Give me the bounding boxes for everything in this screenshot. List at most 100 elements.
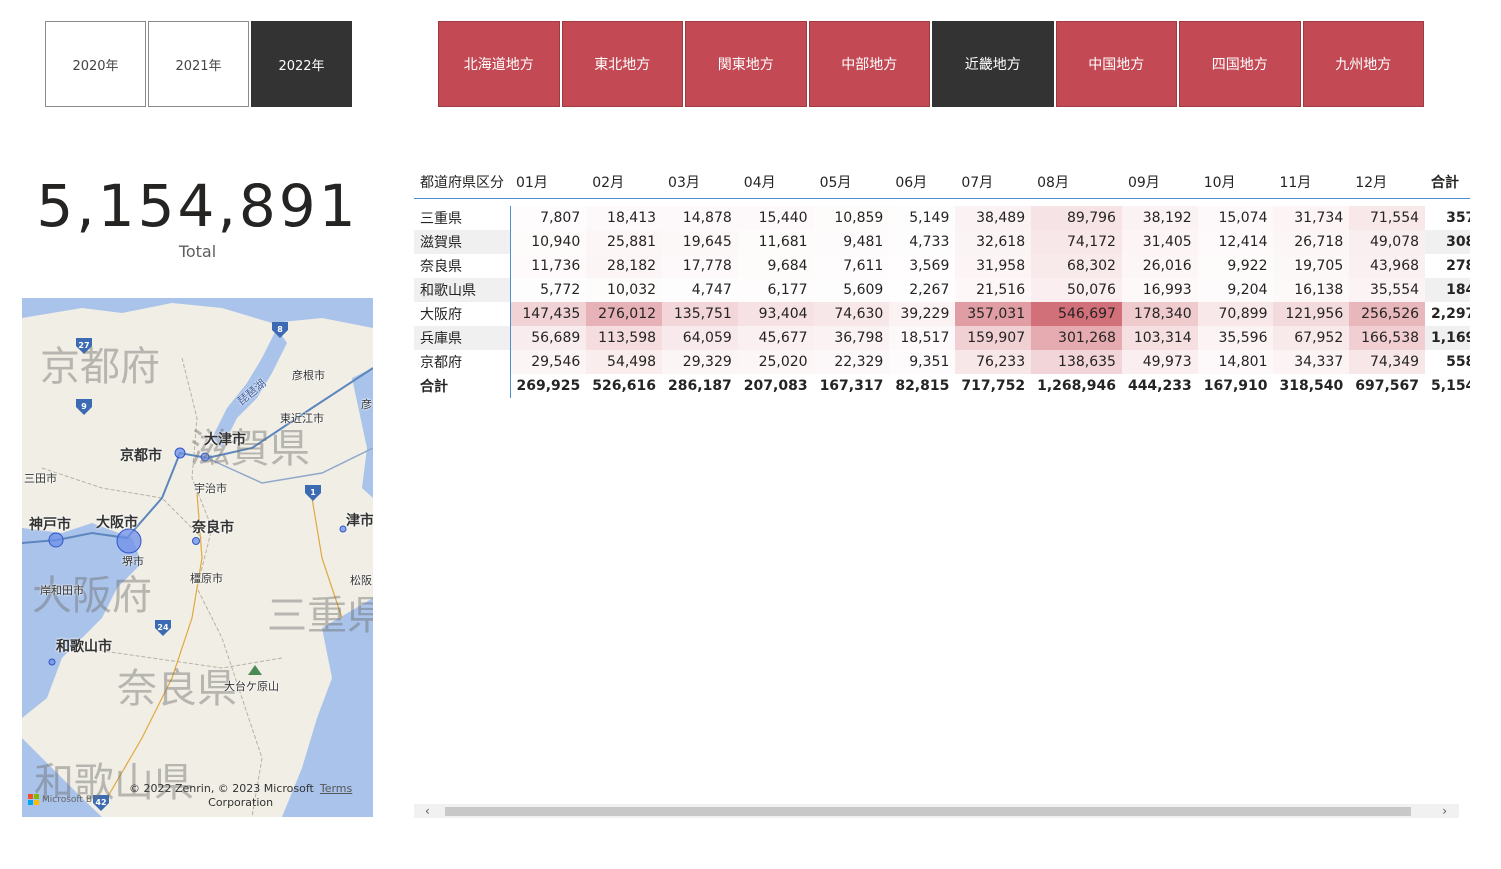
matrix-grand-total-cell[interactable]: 526,616 — [586, 374, 662, 398]
matrix-cell[interactable]: 71,554 — [1349, 206, 1426, 230]
matrix-horizontal-scrollbar[interactable]: ‹ › — [414, 804, 1459, 818]
matrix-cell[interactable]: 31,405 — [1121, 230, 1198, 254]
matrix-cell[interactable]: 39,229 — [889, 302, 956, 326]
matrix-cell[interactable]: 89,796 — [1031, 206, 1122, 230]
matrix-grand-total-cell[interactable]: 1,268,946 — [1031, 374, 1122, 398]
matrix-cell[interactable]: 147,435 — [510, 302, 587, 326]
matrix-row-label[interactable]: 滋賀県 — [414, 230, 511, 254]
matrix-cell[interactable]: 43,968 — [1349, 254, 1426, 278]
matrix-cell[interactable]: 38,192 — [1121, 206, 1198, 230]
matrix-row-total[interactable]: 308,76 — [1425, 230, 1470, 254]
matrix-grand-total-cell[interactable]: 207,083 — [738, 374, 814, 398]
matrix-row-label[interactable]: 京都府 — [414, 350, 511, 374]
matrix-cell[interactable]: 138,635 — [1031, 350, 1122, 374]
matrix-grand-total-cell[interactable]: 286,187 — [662, 374, 738, 398]
scroll-left-arrow-icon[interactable]: ‹ — [425, 804, 430, 818]
year-2022-button[interactable]: 2022年 — [251, 21, 352, 107]
matrix-col-header[interactable]: 02月 — [586, 170, 662, 198]
matrix-cell[interactable]: 50,076 — [1031, 278, 1122, 302]
matrix-cell[interactable]: 5,609 — [813, 278, 890, 302]
matrix-col-header[interactable]: 04月 — [738, 170, 814, 198]
matrix-cell[interactable]: 14,801 — [1197, 350, 1274, 374]
matrix-cell[interactable]: 256,526 — [1349, 302, 1426, 326]
region-tohoku-button[interactable]: 東北地方 — [561, 21, 683, 107]
matrix-cell[interactable]: 49,973 — [1121, 350, 1198, 374]
matrix-cell[interactable]: 22,329 — [813, 350, 890, 374]
matrix-cell[interactable]: 25,881 — [586, 230, 663, 254]
matrix-cell[interactable]: 276,012 — [586, 302, 663, 326]
matrix-cell[interactable]: 2,267 — [889, 278, 956, 302]
matrix-cell[interactable]: 56,689 — [510, 326, 587, 350]
matrix-grand-total-cell[interactable]: 82,815 — [889, 374, 955, 398]
matrix-cell[interactable]: 301,268 — [1031, 326, 1122, 350]
matrix-col-header[interactable]: 08月 — [1031, 170, 1122, 198]
matrix-cell[interactable]: 15,440 — [737, 206, 814, 230]
matrix-row[interactable]: 三重県 7,807 18,413 14,878 15,440 10,859 5,149 38,… — [414, 206, 1470, 230]
matrix-cell[interactable]: 74,172 — [1031, 230, 1122, 254]
matrix-row-label[interactable]: 三重県 — [414, 206, 511, 230]
matrix-cell[interactable]: 70,899 — [1197, 302, 1274, 326]
matrix-cell[interactable]: 103,314 — [1121, 326, 1198, 350]
matrix-cell[interactable]: 121,956 — [1273, 302, 1350, 326]
matrix-cell[interactable]: 6,177 — [737, 278, 814, 302]
matrix-cell[interactable]: 546,697 — [1031, 302, 1122, 326]
year-2021-button[interactable]: 2021年 — [148, 21, 249, 107]
matrix-cell[interactable]: 113,598 — [586, 326, 663, 350]
region-shikoku-button[interactable]: 四国地方 — [1179, 21, 1301, 107]
matrix-row-label[interactable]: 兵庫県 — [414, 326, 511, 350]
matrix-grand-total-cell[interactable]: 269,925 — [510, 374, 586, 398]
matrix-cell[interactable]: 76,233 — [955, 350, 1032, 374]
matrix-cell[interactable]: 19,705 — [1273, 254, 1350, 278]
matrix-cell[interactable]: 16,138 — [1273, 278, 1350, 302]
matrix-row-label[interactable]: 大阪府 — [414, 302, 511, 326]
matrix-row-label[interactable]: 奈良県 — [414, 254, 511, 278]
matrix-grand-total-cell[interactable]: 318,540 — [1273, 374, 1349, 398]
matrix-col-header[interactable]: 11月 — [1273, 170, 1349, 198]
matrix-row-total[interactable]: 558,40 — [1425, 350, 1470, 374]
matrix-cell[interactable]: 36,798 — [813, 326, 890, 350]
region-hokkaido-button[interactable]: 北海道地方 — [438, 21, 560, 107]
matrix-cell[interactable]: 18,517 — [889, 326, 956, 350]
matrix-col-header[interactable]: 10月 — [1198, 170, 1274, 198]
matrix-cell[interactable]: 12,414 — [1197, 230, 1274, 254]
matrix-row[interactable]: 和歌山県 5,772 10,032 4,747 6,177 5,609 2,267 21,51… — [414, 278, 1470, 302]
matrix-total-header[interactable]: 合計 — [1425, 170, 1470, 198]
region-kanto-button[interactable]: 関東地方 — [685, 21, 807, 107]
matrix-row-label[interactable]: 和歌山県 — [414, 278, 511, 302]
matrix-cell[interactable]: 26,016 — [1121, 254, 1198, 278]
matrix-grand-total-cell[interactable]: 717,752 — [955, 374, 1031, 398]
matrix-row[interactable]: 大阪府 147,435 276,012 135,751 93,404 74,630 39,2… — [414, 302, 1470, 326]
matrix-cell[interactable]: 9,481 — [813, 230, 890, 254]
matrix-cell[interactable]: 9,351 — [889, 350, 956, 374]
bubble-map[interactable]: 27 9 8 1 24 42 京都府 滋賀県 大阪府 三重県 奈良県 和歌山県 … — [22, 298, 373, 817]
matrix-cell[interactable]: 18,413 — [586, 206, 663, 230]
matrix-cell[interactable]: 67,952 — [1273, 326, 1350, 350]
matrix-cell[interactable]: 35,596 — [1197, 326, 1274, 350]
matrix-cell[interactable]: 135,751 — [662, 302, 738, 326]
matrix-cell[interactable]: 29,546 — [510, 350, 587, 374]
matrix-cell[interactable]: 178,340 — [1121, 302, 1198, 326]
matrix-cell[interactable]: 4,747 — [662, 278, 738, 302]
matrix-cell[interactable]: 10,859 — [813, 206, 890, 230]
matrix-cell[interactable]: 10,940 — [510, 230, 587, 254]
matrix-cell[interactable]: 54,498 — [586, 350, 663, 374]
matrix-cell[interactable]: 19,645 — [662, 230, 738, 254]
region-kyushu-button[interactable]: 九州地方 — [1302, 21, 1424, 107]
matrix-grand-total-cell[interactable]: 167,317 — [814, 374, 890, 398]
matrix-row-header-label[interactable]: 都道府県区分 — [414, 170, 510, 198]
matrix-row-total[interactable]: 1,169,91 — [1425, 326, 1470, 350]
matrix-col-header[interactable]: 07月 — [955, 170, 1031, 198]
matrix-cell[interactable]: 9,204 — [1197, 278, 1274, 302]
region-chugoku-button[interactable]: 中国地方 — [1055, 21, 1177, 107]
total-kpi-card[interactable]: 5,154,891 Total — [22, 168, 373, 261]
matrix-cell[interactable]: 166,538 — [1349, 326, 1426, 350]
matrix-cell[interactable]: 31,958 — [955, 254, 1032, 278]
matrix-cell[interactable]: 9,684 — [737, 254, 814, 278]
matrix-cell[interactable]: 15,074 — [1197, 206, 1274, 230]
matrix-cell[interactable]: 159,907 — [955, 326, 1032, 350]
matrix-cell[interactable]: 45,677 — [737, 326, 814, 350]
matrix-cell[interactable]: 26,718 — [1273, 230, 1350, 254]
matrix-col-header[interactable]: 09月 — [1122, 170, 1198, 198]
matrix-grand-total-cell[interactable]: 697,567 — [1349, 374, 1425, 398]
matrix-grand-total-row[interactable]: 合計 269,925 526,616 286,187 207,083 167,317 82,… — [414, 374, 1470, 398]
